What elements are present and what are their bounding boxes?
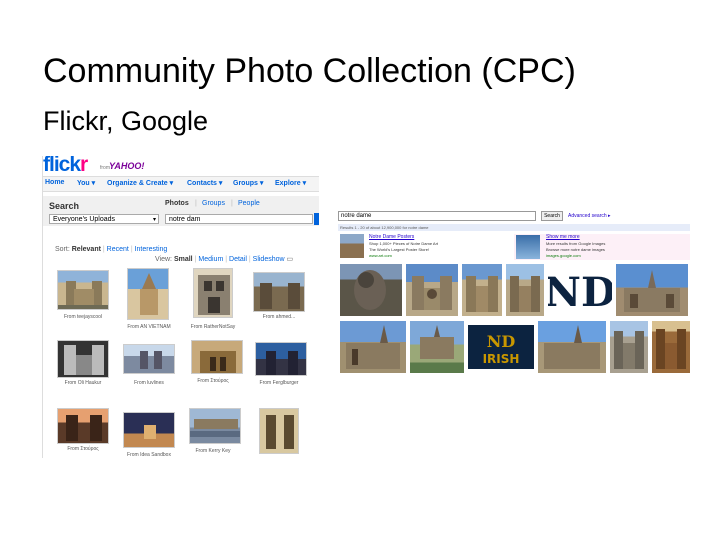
svg-text:IRISH: IRISH bbox=[483, 352, 520, 366]
tab-groups[interactable]: Groups bbox=[202, 200, 225, 207]
sponsored-result[interactable]: Notre Dame Posters Shop 1,000+ Pieces of… bbox=[338, 234, 508, 260]
search-input[interactable]: notre dam bbox=[165, 214, 313, 224]
photo-thumbnail[interactable] bbox=[57, 270, 109, 310]
slide-subtitle: Flickr, Google bbox=[43, 106, 209, 136]
view-slideshow[interactable]: Slideshow bbox=[253, 256, 285, 263]
photo-thumbnail[interactable] bbox=[193, 268, 233, 318]
slide-title: Community Photo Collection (CPC) bbox=[43, 52, 576, 90]
nav-contacts[interactable]: Contacts ▾ bbox=[187, 179, 222, 187]
image-result[interactable] bbox=[340, 264, 402, 316]
search-button[interactable] bbox=[314, 213, 319, 225]
photo-caption[interactable]: From Στούρος bbox=[177, 378, 249, 384]
photo-thumbnail[interactable] bbox=[259, 408, 299, 454]
svg-text:ND: ND bbox=[487, 332, 516, 351]
photo-thumbnail[interactable] bbox=[57, 340, 109, 378]
yahoo-logo: YAHOO! bbox=[109, 161, 145, 171]
photo-caption[interactable]: From Ferglburger bbox=[243, 380, 315, 386]
search-scope-select[interactable]: Everyone's Uploads ▾ bbox=[49, 214, 159, 224]
notre-dame-irish-logo[interactable]: ND IRISH bbox=[468, 325, 534, 369]
photo-caption[interactable]: From Oli Haukur bbox=[47, 380, 119, 386]
photo-caption[interactable]: From luvlines bbox=[113, 380, 185, 386]
photo-caption[interactable]: From AN VIETNAM bbox=[113, 324, 185, 330]
photo-caption[interactable]: From Kerry Key bbox=[177, 448, 249, 454]
tab-separator: | bbox=[195, 200, 197, 207]
flickr-nav-bar: Home You ▾ Organize & Create ▾ Contacts … bbox=[43, 176, 319, 192]
photo-thumbnail[interactable] bbox=[123, 344, 175, 374]
nav-you[interactable]: You ▾ bbox=[77, 179, 95, 187]
flickr-screenshot: flickr from YAHOO! Home You ▾ Organize &… bbox=[42, 156, 319, 458]
view-small[interactable]: Small bbox=[174, 256, 193, 263]
results-stats-bar: Results 1 - 20 of about 12,900,000 for n… bbox=[338, 224, 690, 231]
google-images-screenshot: notre dame Search Advanced search ▸ Resu… bbox=[338, 207, 690, 375]
photo-thumbnail[interactable] bbox=[127, 268, 169, 320]
photo-caption[interactable]: From ahmed... bbox=[243, 314, 315, 320]
search-heading: Search bbox=[49, 201, 80, 211]
tab-separator: | bbox=[231, 200, 233, 207]
notre-dame-logo-image[interactable]: ND bbox=[548, 264, 612, 316]
image-result[interactable] bbox=[616, 264, 688, 316]
view-medium[interactable]: Medium bbox=[198, 256, 223, 263]
image-result[interactable] bbox=[462, 264, 502, 316]
advanced-search-link[interactable]: Advanced search ▸ bbox=[568, 213, 611, 219]
sort-relevant[interactable]: Relevant bbox=[72, 246, 101, 253]
photo-caption[interactable]: From RatherNotSay bbox=[177, 324, 249, 330]
nav-organize[interactable]: Organize & Create ▾ bbox=[107, 179, 173, 187]
flickr-header: flickr from YAHOO! bbox=[43, 156, 319, 176]
image-result[interactable] bbox=[406, 264, 458, 316]
photo-thumbnail[interactable] bbox=[255, 342, 307, 376]
more-results-thumbnail[interactable] bbox=[516, 235, 540, 259]
view-detail[interactable]: Detail bbox=[229, 256, 247, 263]
photo-caption[interactable]: From teejayscool bbox=[47, 314, 119, 320]
google-search-input[interactable]: notre dame bbox=[338, 211, 536, 221]
google-search-button[interactable]: Search bbox=[541, 211, 563, 221]
image-result[interactable] bbox=[340, 321, 406, 373]
ad-thumbnail[interactable] bbox=[340, 234, 364, 258]
image-result[interactable] bbox=[538, 321, 606, 373]
slideshow-icon[interactable]: ▭ bbox=[287, 256, 294, 263]
flickr-logo[interactable]: flickr bbox=[43, 156, 88, 177]
photo-thumbnail[interactable] bbox=[191, 340, 243, 374]
image-result[interactable] bbox=[410, 321, 464, 373]
sort-recent[interactable]: Recent bbox=[107, 246, 129, 253]
nav-groups[interactable]: Groups ▾ bbox=[233, 179, 263, 187]
photo-caption[interactable]: From Στούρος bbox=[47, 446, 119, 452]
sort-controls: Sort: Relevant | Recent | Interesting bbox=[55, 246, 168, 253]
photo-thumbnail[interactable] bbox=[253, 272, 305, 312]
flickr-search-panel: Search Photos | Groups | People Everyone… bbox=[43, 196, 319, 226]
chevron-down-icon: ▾ bbox=[152, 217, 156, 223]
image-result[interactable] bbox=[506, 264, 544, 316]
photo-thumbnail[interactable] bbox=[189, 408, 241, 444]
tab-photos[interactable]: Photos bbox=[165, 200, 189, 207]
image-result[interactable] bbox=[652, 321, 690, 373]
image-result[interactable] bbox=[610, 321, 648, 373]
photo-thumbnail[interactable] bbox=[57, 408, 109, 444]
tab-people[interactable]: People bbox=[238, 200, 260, 207]
view-controls: View: Small | Medium | Detail | Slidesho… bbox=[155, 256, 294, 263]
nav-home[interactable]: Home bbox=[45, 179, 64, 186]
more-results-panel[interactable]: Show me more More results from Google Im… bbox=[514, 234, 690, 260]
photo-thumbnail[interactable] bbox=[123, 412, 175, 448]
photo-caption[interactable]: From Idea Sandbox bbox=[113, 452, 185, 458]
svg-text:ND: ND bbox=[548, 269, 612, 316]
nav-explore[interactable]: Explore ▾ bbox=[275, 179, 306, 187]
sort-interesting[interactable]: Interesting bbox=[135, 246, 168, 253]
